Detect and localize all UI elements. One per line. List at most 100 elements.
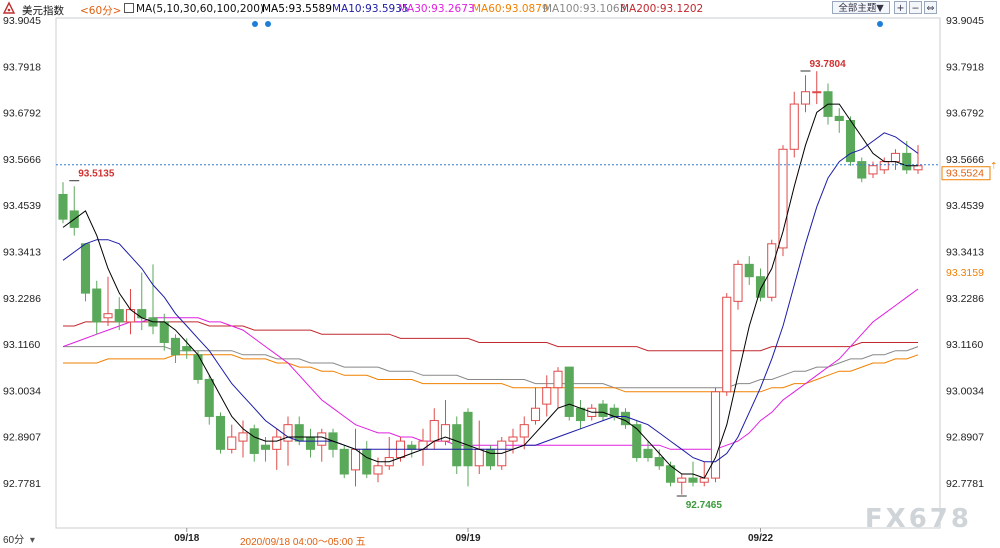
ma30-line [62,288,919,450]
candle-body [272,436,282,450]
candle-body [553,370,563,389]
watermark-logo: FX678 [864,504,972,534]
candle[interactable] [103,276,113,327]
candle[interactable] [733,260,743,310]
candle[interactable] [92,280,102,335]
candle-body [564,366,574,417]
candle[interactable] [553,367,563,409]
candle[interactable] [58,182,68,224]
extreme-value-label: 93.5135 [78,169,115,180]
y-tick-label-right: 92.8907 [946,432,984,444]
candle[interactable] [710,387,721,483]
y-tick-label-right: 93.5666 [946,154,984,166]
candle[interactable] [868,161,878,179]
candle[interactable] [598,400,608,421]
candle[interactable] [350,428,361,487]
candle[interactable] [834,108,844,133]
candle-body [902,152,912,171]
candle-body [530,407,541,422]
candle[interactable] [339,445,349,479]
candle-body [913,165,923,171]
y-tick-label-left: 93.9045 [3,15,41,27]
candle-body [137,309,147,319]
y-tick-label-right: 93.2286 [946,293,984,305]
candle[interactable] [305,428,316,458]
candle[interactable] [249,424,259,462]
candle[interactable] [902,141,912,174]
candle[interactable] [328,428,338,458]
candle[interactable] [283,416,293,466]
candle[interactable] [857,157,867,183]
y-tick-label-right: 93.4539 [946,200,984,212]
candle[interactable] [800,75,811,113]
candle[interactable] [317,428,327,462]
candle-body [699,477,709,483]
candle[interactable] [789,91,799,158]
candle[interactable] [170,334,181,364]
y-tick-label-right: 93.3413 [946,247,984,259]
candle[interactable] [564,366,574,421]
y-tick-label-left: 93.4539 [3,200,41,212]
event-marker-dot [877,21,883,27]
candle[interactable] [148,264,158,335]
candle[interactable] [654,449,664,470]
candle[interactable] [620,408,631,429]
candle[interactable] [677,473,687,495]
candle[interactable] [80,243,91,302]
candle-body [733,263,743,302]
candle[interactable] [463,408,473,487]
candlestick-chart[interactable]: 93.9045 93.9045 93.7918 93.7918 93.6792 93.67… [0,0,1000,546]
candle[interactable] [542,375,552,417]
ma5-line [62,103,918,479]
y-tick-label-left: 93.6792 [3,108,41,120]
candle-body [238,432,248,442]
y-tick-label-right: 93.0034 [946,385,984,397]
candle[interactable] [69,186,79,236]
candle[interactable] [215,412,226,454]
candle-body [260,444,271,450]
y-tick-label-left: 93.0034 [3,385,41,397]
candle[interactable] [812,71,822,105]
extreme-value-label: 92.7465 [686,500,723,511]
candle[interactable] [474,420,484,474]
chart-footer: 60分 ▾ 2020/09/18 04:00～05:00 五 [0,528,1000,548]
candle[interactable] [609,404,619,421]
candle[interactable] [913,145,923,174]
period-select[interactable]: 60分 ▾ [3,531,35,546]
candle-body [632,424,642,459]
candle[interactable] [362,441,372,479]
candle-body [868,165,878,175]
candle-body [598,403,608,417]
candle-body [643,448,653,459]
y-tick-label-left: 92.8907 [3,432,41,444]
candle[interactable] [722,293,732,396]
candle-body [114,309,124,323]
candle[interactable] [519,416,529,450]
event-marker-dot [252,21,258,27]
ma30-axis-label: 93.3159 [946,267,984,279]
candle-body [440,424,451,442]
candle-body [193,354,203,380]
candle[interactable] [575,400,586,429]
candle[interactable] [182,338,192,359]
candle-body [215,415,226,450]
y-tick-label-left: 92.7781 [3,478,41,490]
candle[interactable] [530,387,541,425]
candle[interactable] [767,239,777,302]
candle[interactable] [227,424,237,454]
price-arrow-icon: ⇡ [990,162,998,172]
candle[interactable] [890,149,901,170]
candle-body [249,428,259,454]
candle-body [283,424,293,442]
candle[interactable] [384,437,394,470]
y-tick-label-right: 92.7781 [946,478,984,490]
candle-body [677,477,687,483]
candle[interactable] [159,313,169,351]
candle[interactable] [755,268,766,302]
candle[interactable] [452,416,462,474]
candle[interactable] [744,256,754,285]
candle-body [362,448,372,475]
y-tick-label-right: 93.1160 [946,339,983,351]
candle[interactable] [204,375,214,425]
candle[interactable] [272,428,282,470]
